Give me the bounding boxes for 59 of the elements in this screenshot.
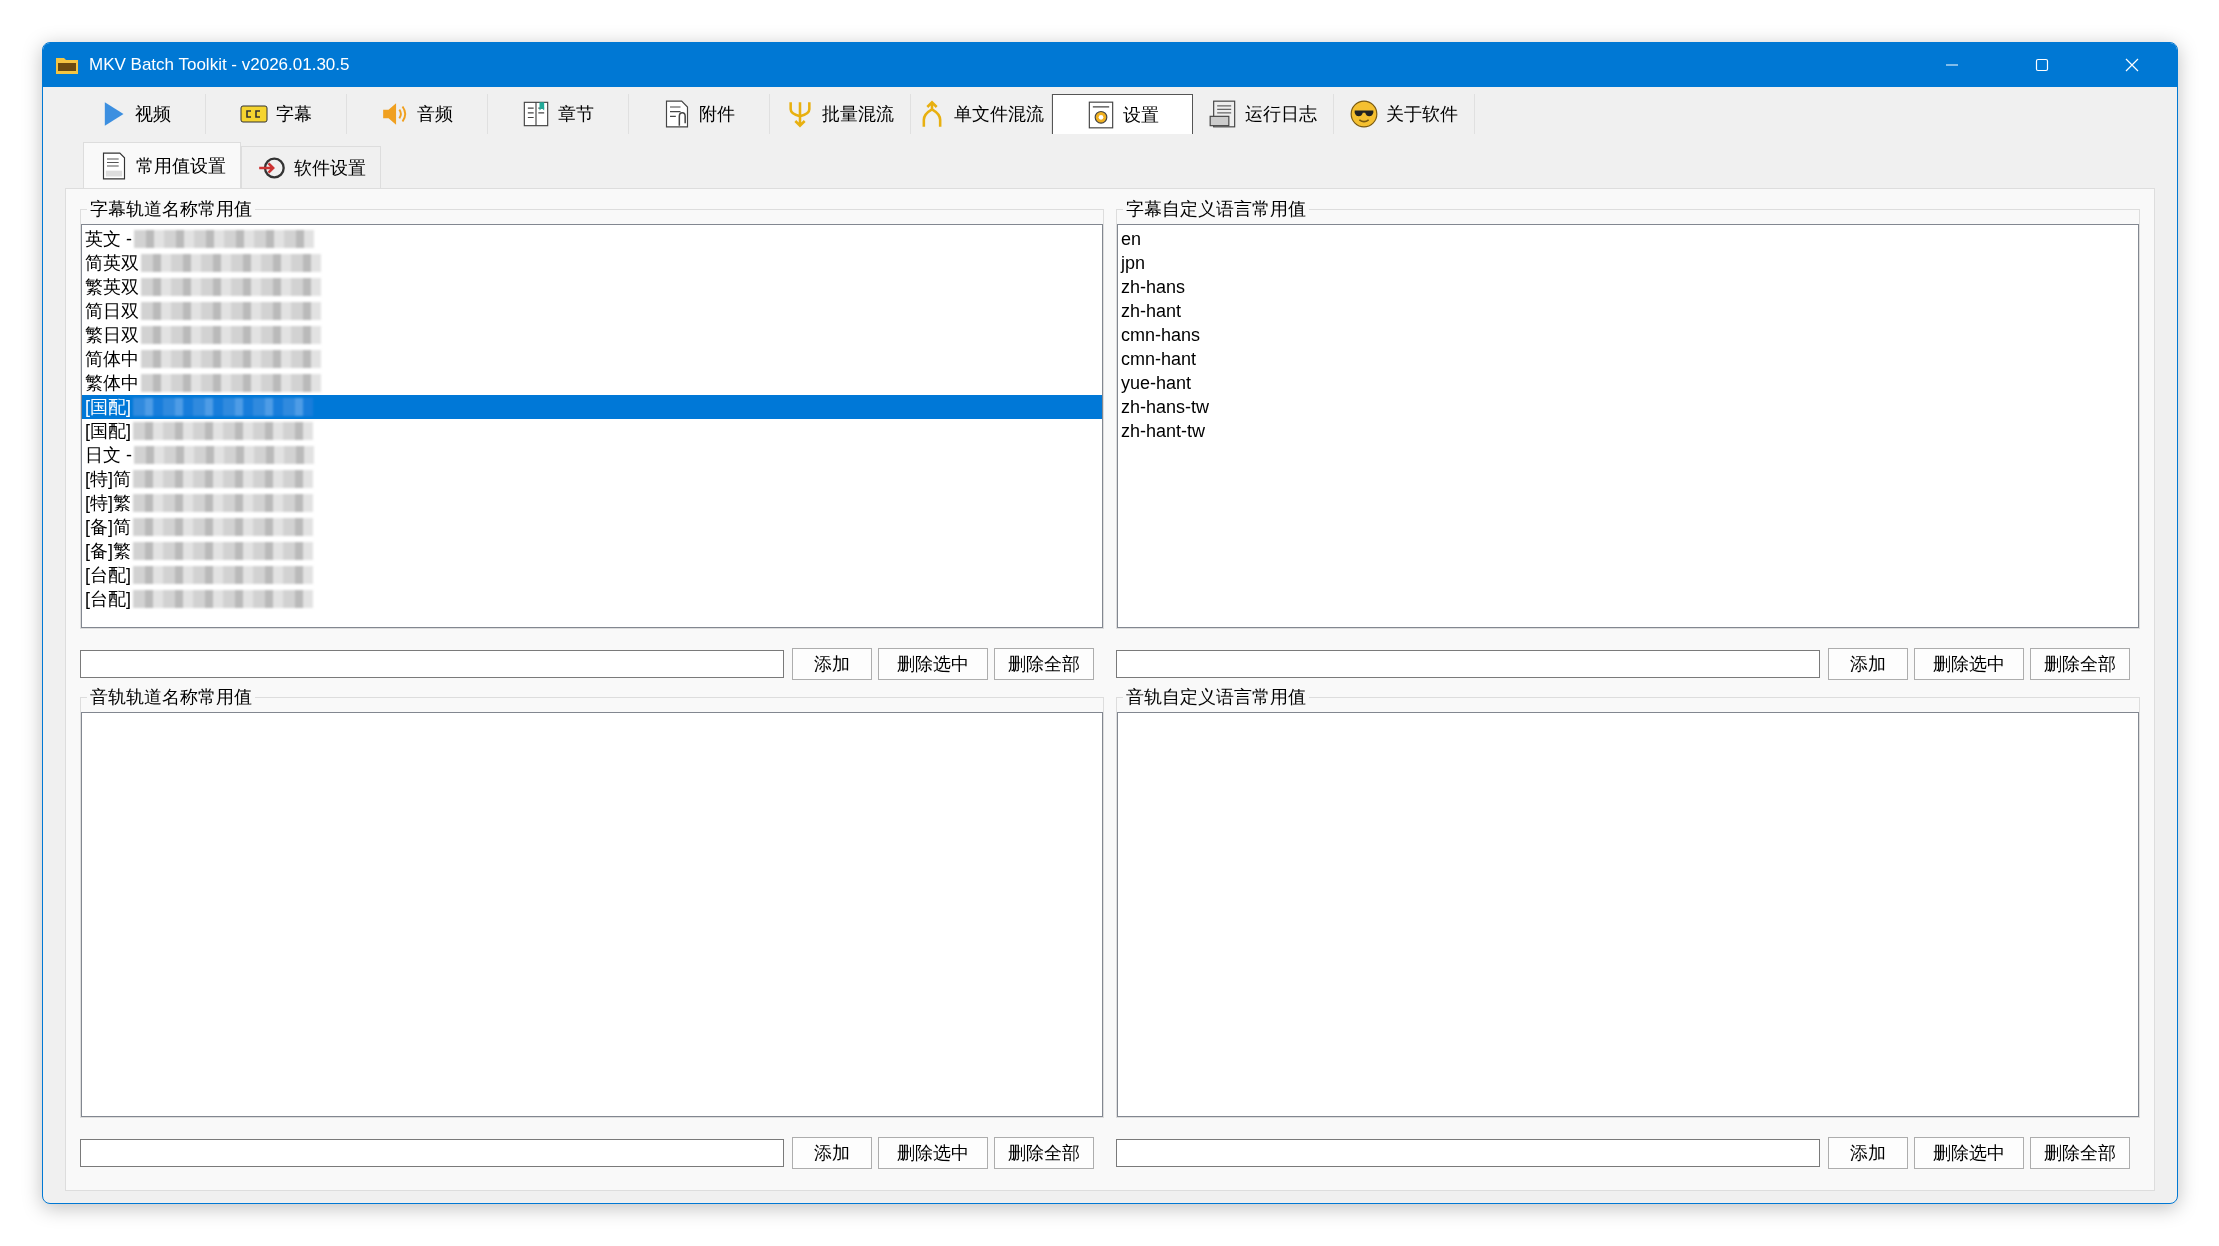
action-button[interactable]: 删除全部 [2030,1137,2130,1169]
list-item[interactable]: [台配] [82,587,1102,611]
list-item[interactable]: zh-hant [1118,299,2138,323]
action-button[interactable]: 添加 [792,648,872,680]
group-title: 字幕自定义语言常用值 [1123,197,1309,221]
action-button[interactable]: 删除选中 [1914,1137,2024,1169]
action-button[interactable]: 删除选中 [878,1137,988,1169]
paperclip-document-icon [663,100,691,128]
list-item[interactable]: 简英双 [82,251,1102,275]
list-item[interactable]: zh-hans [1118,275,2138,299]
list-item[interactable]: [国配] [82,419,1102,443]
list-item[interactable]: yue-hant [1118,371,2138,395]
list-item[interactable]: [台配] [82,563,1102,587]
list-item[interactable]: 繁英双 [82,275,1102,299]
list-item[interactable]: 简体中 [82,347,1102,371]
action-button[interactable]: 添加 [1828,648,1908,680]
list-item[interactable]: cmn-hans [1118,323,2138,347]
action-button[interactable]: 删除全部 [994,648,1094,680]
list-item[interactable]: [备]简 [82,515,1102,539]
sunglasses-face-icon [1350,100,1378,128]
list-item[interactable]: [备]繁 [82,539,1102,563]
group-title: 字幕轨道名称常用值 [87,197,255,221]
list-item[interactable]: [国配] [82,395,1102,419]
input-field[interactable] [80,1139,784,1167]
list-item[interactable]: en [1118,227,2138,251]
action-button[interactable]: 添加 [1828,1137,1908,1169]
action-button[interactable]: 删除全部 [2030,648,2130,680]
list-item[interactable]: 繁体中 [82,371,1102,395]
list-item[interactable]: cmn-hant [1118,347,2138,371]
toolbar-tab[interactable]: 设置 [1052,94,1193,134]
list-item[interactable]: 日文 - [82,443,1102,467]
list-item[interactable]: jpn [1118,251,2138,275]
group-title: 音轨轨道名称常用值 [87,685,255,709]
list-item[interactable]: [特]繁 [82,491,1102,515]
action-button[interactable]: 删除选中 [878,648,988,680]
list-item[interactable]: 英文 - [82,227,1102,251]
settings-tab[interactable]: 常用值设置 [83,142,241,188]
input-field[interactable] [1116,1139,1820,1167]
book-icon [522,100,550,128]
action-button[interactable]: 删除全部 [994,1137,1094,1169]
settings-tab[interactable]: 软件设置 [241,146,381,188]
list-box[interactable]: en jpn zh-hans zh-hant cmn-hans cmn-hant yue-hant zh-hans-tw zh-hant-tw [1117,224,2139,628]
list-item[interactable]: zh-hans-tw [1118,395,2138,419]
list-box[interactable]: 英文 - 简英双 繁英双 简日双 繁日双 简体中 繁体中 [国配] [国配] 日文 - [特]简 [特]繁 [备]简 [备]繁 [台配] [台配] [81,224,1103,628]
action-button[interactable]: 添加 [792,1137,872,1169]
text-file-icon [100,151,128,180]
window-title: MKV Batch Toolkit - v2026.01.30.5 [89,55,351,75]
gear-icon [1086,100,1115,129]
folder-icon [55,55,79,75]
log-file-icon [1209,100,1237,128]
list-item[interactable]: [特]简 [82,467,1102,491]
group-title: 音轨自定义语言常用值 [1123,685,1309,709]
action-button[interactable]: 删除选中 [1914,648,2024,680]
fork-arrows-icon [786,100,814,128]
list-item[interactable]: 简日双 [82,299,1102,323]
input-field[interactable] [80,650,784,678]
input-field[interactable] [1116,650,1820,678]
list-item[interactable]: 繁日双 [82,323,1102,347]
list-item[interactable]: zh-hant-tw [1118,419,2138,443]
